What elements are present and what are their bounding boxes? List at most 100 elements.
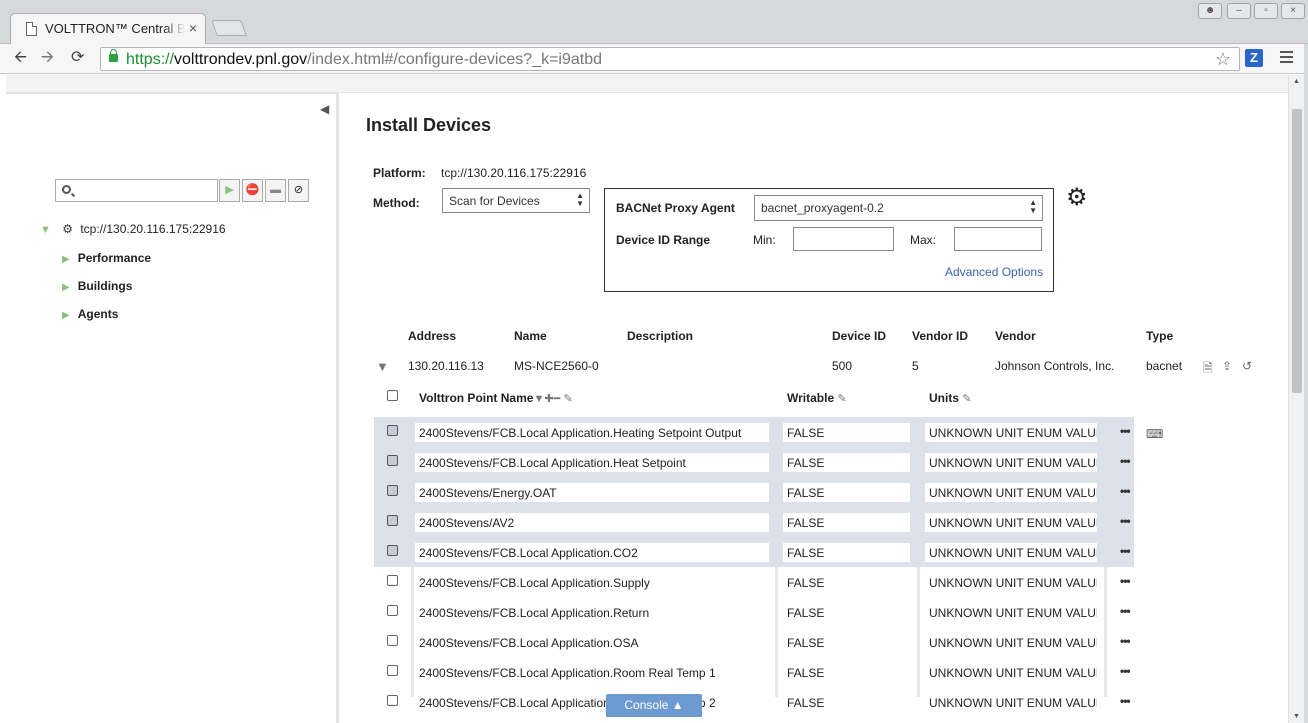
row-checkbox[interactable] [387, 635, 398, 646]
point-row[interactable]: 2400Stevens/FCB.Local Application.Heat S… [374, 447, 1134, 477]
filter-icon[interactable]: ▼ [533, 393, 544, 405]
point-units-cell[interactable]: UNKNOWN UNIT ENUM VALUE [925, 573, 1097, 592]
more-options-icon[interactable]: ••• [1120, 604, 1131, 618]
more-options-icon[interactable]: ••• [1120, 484, 1131, 498]
reload-icon[interactable]: ⟳ [71, 49, 84, 67]
proxy-agent-select[interactable]: bacnet_proxyagent-0.2 ▲ ▼ [754, 195, 1043, 221]
row-checkbox[interactable] [387, 485, 398, 496]
point-writable-cell[interactable]: FALSE [783, 633, 910, 652]
more-options-icon[interactable]: ••• [1120, 424, 1131, 438]
point-name-cell[interactable]: 2400Stevens/FCB.Local Application.CO2 [415, 543, 769, 562]
point-name-cell[interactable]: 2400Stevens/FCB.Local Application.Heat S… [415, 453, 769, 472]
point-row[interactable]: 2400Stevens/FCB.Local Application.CO2 FA… [374, 537, 1134, 567]
search-field[interactable] [55, 179, 218, 202]
more-options-icon[interactable]: ••• [1120, 694, 1131, 708]
point-writable-cell[interactable]: FALSE [783, 693, 910, 712]
row-checkbox[interactable] [387, 425, 398, 436]
point-writable-cell[interactable]: FALSE [783, 453, 910, 472]
expanded-arrow-icon[interactable]: ▼ [40, 224, 51, 236]
point-name-cell[interactable]: 2400Stevens/FCB.Local Application.Heatin… [415, 423, 769, 442]
search-input[interactable] [78, 182, 214, 199]
collapsed-arrow-icon[interactable]: ▶ [62, 254, 70, 265]
point-units-cell[interactable]: UNKNOWN UNIT ENUM VALUE [925, 423, 1097, 442]
sidebar-item-performance[interactable]: ▶ Performance [62, 251, 151, 265]
point-name-cell[interactable]: 2400Stevens/FCB.Local Application.Supply [415, 573, 769, 592]
point-name-cell[interactable]: 2400Stevens/FCB.Local Application.Return [415, 603, 769, 622]
file-icon[interactable]: 🗎 [1203, 359, 1213, 380]
point-writable-cell[interactable]: FALSE [783, 543, 910, 562]
max-input[interactable] [954, 227, 1042, 251]
clear-filter-button[interactable]: ⊘ [288, 179, 309, 202]
more-options-icon[interactable]: ••• [1120, 544, 1131, 558]
collapse-sidebar-icon[interactable]: ◀ [320, 102, 329, 116]
sidebar-item-buildings[interactable]: ▶ Buildings [62, 279, 132, 293]
method-select[interactable]: Scan for Devices ▲ ▼ [442, 188, 590, 213]
point-writable-cell[interactable]: FALSE [783, 573, 910, 592]
point-row[interactable]: 2400Stevens/Energy.OAT FALSE UNKNOWN UNI… [374, 477, 1134, 507]
point-row[interactable]: 2400Stevens/FCB.Local Application.Return… [374, 597, 1134, 627]
browser-tab[interactable]: VOLTTRON™ Central BETA × [10, 13, 206, 45]
more-options-icon[interactable]: ••• [1120, 574, 1131, 588]
platform-tree-root[interactable]: ▼ ⚙ tcp://130.20.116.175:22916 [40, 222, 226, 236]
select-all-checkbox[interactable] [387, 390, 398, 401]
point-row[interactable]: 2400Stevens/FCB.Local Application.Room R… [374, 687, 1134, 717]
url-text[interactable]: https://volttrondev.pnl.gov/index.html#/… [126, 51, 602, 69]
back-icon[interactable]: 🡨 [14, 49, 27, 67]
browser-menu-icon[interactable] [1280, 51, 1293, 66]
bookmark-star-icon[interactable]: ☆ [1215, 49, 1231, 70]
row-checkbox[interactable] [387, 515, 398, 526]
point-name-cell[interactable]: 2400Stevens/FCB.Local Application.OSA [415, 633, 769, 652]
point-row[interactable]: 2400Stevens/FCB.Local Application.Heatin… [374, 417, 1134, 447]
point-name-cell[interactable]: 2400Stevens/AV2 [415, 513, 769, 532]
row-checkbox[interactable] [387, 605, 398, 616]
more-options-icon[interactable]: ••• [1120, 634, 1131, 648]
point-row[interactable]: 2400Stevens/FCB.Local Application.Room R… [374, 657, 1134, 687]
forward-icon[interactable]: 🡪 [41, 49, 54, 67]
collapsed-arrow-icon[interactable]: ▶ [62, 310, 70, 321]
scroll-up-icon[interactable]: ▲ [1293, 78, 1300, 85]
row-checkbox[interactable] [387, 665, 398, 676]
user-icon[interactable]: ☻ [1198, 3, 1222, 19]
play-filter-button[interactable]: ▶ [219, 179, 240, 202]
remove-column-icon[interactable]: ━ [554, 393, 561, 405]
point-writable-cell[interactable]: FALSE [783, 603, 910, 622]
point-units-cell[interactable]: UNKNOWN UNIT ENUM VALUE [925, 693, 1097, 712]
extension-z-icon[interactable]: Z [1245, 49, 1263, 67]
point-units-cell[interactable]: UNKNOWN UNIT ENUM VALUE [925, 663, 1097, 682]
point-row[interactable]: 2400Stevens/FCB.Local Application.Supply… [374, 567, 1134, 597]
stop-filter-button[interactable]: ⛔ [242, 179, 263, 202]
point-writable-cell[interactable]: FALSE [783, 663, 910, 682]
point-units-cell[interactable]: UNKNOWN UNIT ENUM VALUE [925, 513, 1097, 532]
more-options-icon[interactable]: ••• [1120, 454, 1131, 468]
page-scrollbar[interactable]: ▲ ▼ [1288, 75, 1304, 723]
advanced-options-link[interactable]: Advanced Options [945, 265, 1043, 279]
point-writable-cell[interactable]: FALSE [783, 423, 910, 442]
point-units-cell[interactable]: UNKNOWN UNIT ENUM VALUE [925, 543, 1097, 562]
min-input[interactable] [793, 227, 894, 251]
edit-pencil-icon[interactable]: ✎ [564, 393, 573, 405]
point-units-cell[interactable]: UNKNOWN UNIT ENUM VALUE [925, 453, 1097, 472]
more-options-icon[interactable]: ••• [1120, 514, 1131, 528]
row-checkbox[interactable] [387, 695, 398, 706]
close-window-button[interactable]: × [1281, 3, 1305, 19]
row-checkbox[interactable] [387, 575, 398, 586]
edit-pencil-icon[interactable]: ✎ [962, 393, 971, 405]
point-name-cell[interactable]: 2400Stevens/FCB.Local Application.Room R… [415, 663, 769, 682]
keyboard-icon[interactable]: ⌨ [1146, 427, 1163, 441]
address-bar[interactable]: https://volttrondev.pnl.gov/index.html#/… [100, 47, 1240, 71]
point-row[interactable]: 2400Stevens/AV2 FALSE UNKNOWN UNIT ENUM … [374, 507, 1134, 537]
maximize-button[interactable]: ▫ [1254, 3, 1278, 19]
add-column-icon[interactable]: ✚ [544, 393, 553, 405]
pause-filter-button[interactable]: ▬ [265, 179, 286, 202]
undo-icon[interactable]: ↺ [1242, 359, 1252, 373]
point-row[interactable]: 2400Stevens/FCB.Local Application.OSA FA… [374, 627, 1134, 657]
point-writable-cell[interactable]: FALSE [783, 483, 910, 502]
row-checkbox[interactable] [387, 455, 398, 466]
settings-gear-icon[interactable]: ⚙ [1066, 186, 1088, 210]
point-units-cell[interactable]: UNKNOWN UNIT ENUM VALUE [925, 603, 1097, 622]
point-name-cell[interactable]: 2400Stevens/Energy.OAT [415, 483, 769, 502]
point-writable-cell[interactable]: FALSE [783, 513, 910, 532]
row-checkbox[interactable] [387, 545, 398, 556]
minimize-button[interactable]: – [1227, 3, 1251, 19]
edit-pencil-icon[interactable]: ✎ [837, 393, 846, 405]
